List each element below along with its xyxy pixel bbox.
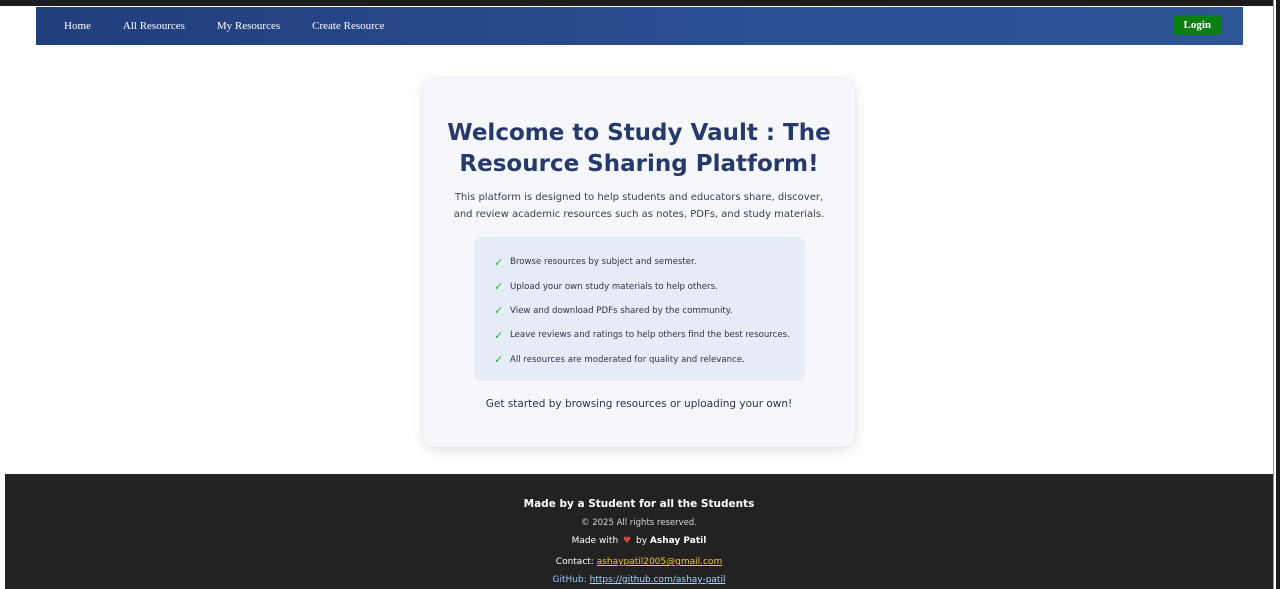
feature-text: View and download PDFs shared by the com… [510,305,733,316]
login-button[interactable]: Login [1173,15,1221,35]
footer-tagline: Made by a Student for all the Students [523,498,755,510]
feature-item: ✓ All resources are moderated for qualit… [494,348,805,372]
footer: Made by a Student for all the Students ©… [5,474,1273,589]
check-icon: ✓ [494,280,504,294]
platform-description: This platform is designed to help studen… [453,192,825,220]
check-icon: ✓ [494,255,504,269]
feature-item: ✓ Leave reviews and ratings to help othe… [494,323,805,347]
check-icon: ✓ [494,328,504,342]
footer-copyright: © 2025 All rights reserved. [581,518,697,528]
feature-list: ✓ Browse resources by subject and semest… [474,237,805,381]
welcome-card: Welcome to Study Vault : The Resource Sh… [423,78,855,447]
footer-contact: Contact: ashaypatil2005@gmail.com [5,557,1273,567]
nav-link-my-resources[interactable]: My Resources [217,20,280,32]
github-link[interactable]: https://github.com/ashay-patil [590,575,726,585]
feature-text: All resources are moderated for quality … [510,354,745,365]
call-to-action-text: Get started by browsing resources or upl… [485,398,793,410]
window-top-edge [0,0,1280,6]
heart-icon: ♥ [623,536,632,546]
author-name: Ashay Patil [649,536,707,546]
feature-item: ✓ Browse resources by subject and semest… [494,250,805,274]
contact-label: Contact: [555,557,594,567]
feature-text: Browse resources by subject and semester… [510,257,697,268]
navbar: Home All Resources My Resources Create R… [36,7,1243,45]
footer-made-with: Made with ♥ by Ashay Patil [5,536,1273,546]
title-line-1: Welcome to Study Vault : The [447,120,831,146]
made-with-text: Made with [571,536,619,546]
check-icon: ✓ [494,304,504,318]
by-text: by [635,536,648,546]
scrollbar[interactable] [1273,0,1280,589]
feature-text: Leave reviews and ratings to help others… [510,330,790,341]
feature-item: ✓ Upload your own study materials to hel… [494,274,805,298]
check-icon: ✓ [494,353,504,367]
feature-item: ✓ View and download PDFs shared by the c… [494,299,805,323]
page-title: Welcome to Study Vault : The Resource Sh… [423,118,855,180]
scrollbar-thumb[interactable] [1276,0,1280,589]
feature-text: Upload your own study materials to help … [510,281,718,292]
footer-github: GitHub: https://github.com/ashay-patil [5,575,1273,585]
email-link[interactable]: ashaypatil2005@gmail.com [597,557,723,567]
nav-link-home[interactable]: Home [64,20,91,32]
nav-link-create-resource[interactable]: Create Resource [312,20,384,32]
github-label: GitHub: [552,575,587,585]
title-line-2: Resource Sharing Platform! [459,151,819,177]
nav-links: Home All Resources My Resources Create R… [36,20,417,32]
nav-link-all-resources[interactable]: All Resources [123,20,185,32]
